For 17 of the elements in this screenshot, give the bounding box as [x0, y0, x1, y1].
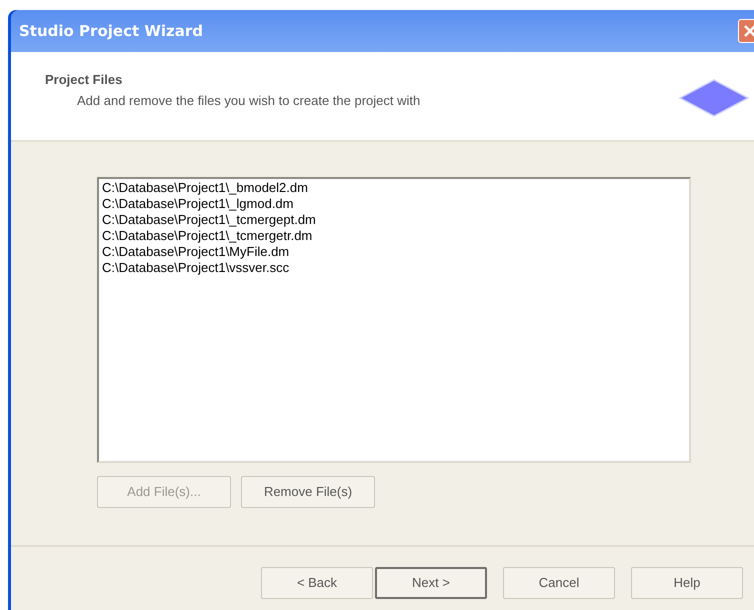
file-list[interactable]: C:\Database\Project1\_bmodel2.dm C:\Database\Project1\_lgmod.dm C:\Database\Project1\_tcmergept.dm C:\Database\Project1\_tcmergetr.dm C:\Database\Project1\MyFile.dm C:\Database\Project1\vssver.scc: [97, 177, 691, 463]
file-path[interactable]: C:\Database\Project1\MyFile.dm: [102, 244, 686, 260]
file-path[interactable]: C:\Database\Project1\_lgmod.dm: [102, 196, 686, 212]
diamond-icon: [678, 78, 750, 118]
back-button[interactable]: < Back: [261, 567, 373, 599]
next-button[interactable]: Next >: [375, 567, 487, 599]
page-subtitle: Add and remove the files you wish to create the project with: [76, 92, 420, 110]
window-title: Studio Project Wizard: [19, 20, 204, 42]
close-icon: [743, 24, 754, 38]
file-path[interactable]: C:\Database\Project1\_tcmergept.dm: [102, 212, 686, 228]
page-title: Project Files: [45, 71, 124, 89]
help-button[interactable]: Help: [631, 567, 743, 599]
file-path[interactable]: C:\Database\Project1\vssver.scc: [102, 260, 686, 276]
remove-files-button[interactable]: Remove File(s): [241, 476, 375, 508]
file-path[interactable]: C:\Database\Project1\_bmodel2.dm: [102, 180, 686, 196]
cancel-button[interactable]: Cancel: [503, 567, 615, 599]
file-path[interactable]: C:\Database\Project1\_tcmergetr.dm: [102, 228, 686, 244]
